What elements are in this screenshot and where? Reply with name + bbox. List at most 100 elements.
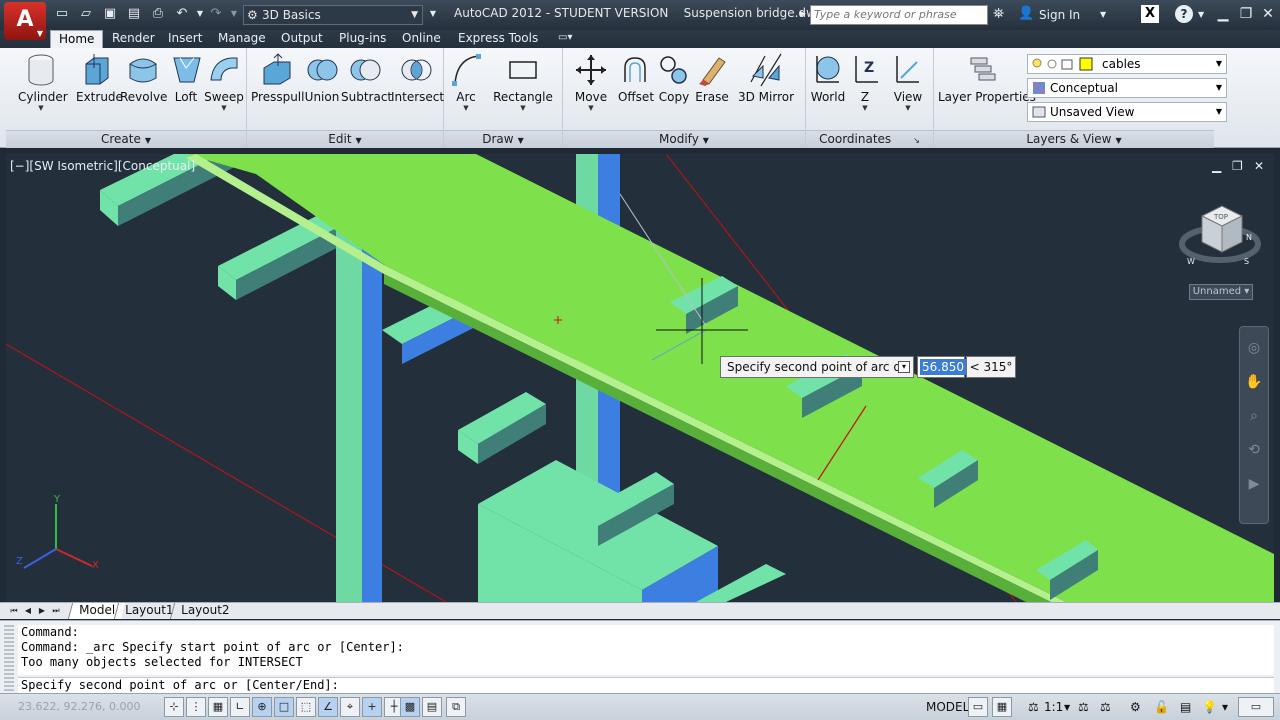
open-folder-icon[interactable]: ▱ [78, 6, 94, 22]
ribbon-minimize-icon[interactable]: ▭▾ [558, 32, 582, 46]
drawing-viewport[interactable]: Y X Z TOP N W S [−][SW Isometric][Concep… [6, 154, 1274, 602]
chevron-down-icon[interactable]: ▼ [1100, 10, 1106, 19]
tab-plug-ins[interactable]: Plug-ins [331, 30, 394, 48]
coordinate-readout[interactable]: 23.622, 92.276, 0.000 [18, 700, 140, 713]
minimize-icon[interactable]: ▁ [1212, 4, 1234, 24]
transparency-icon[interactable]: ▩ [400, 697, 420, 717]
layer-properties-button[interactable]: Layer Properties [938, 52, 1036, 104]
dynamic-input-distance-field[interactable]: 56.850 [917, 356, 966, 378]
rectangle-button[interactable]: Rectangle ▼ [492, 52, 554, 112]
sign-in-link[interactable]: Sign In [1039, 8, 1080, 22]
dialog-launcher-icon[interactable]: ↘ [913, 136, 920, 145]
move-button[interactable]: Move ▼ [571, 52, 611, 112]
help-icon[interactable]: ? [1175, 5, 1193, 23]
dynamic-input-menu-icon[interactable]: ▾ [898, 361, 910, 373]
tab-layout2[interactable]: Layout2 [169, 603, 240, 619]
exchange-icon[interactable]: X [1141, 5, 1159, 23]
redo-icon[interactable]: ↷ [208, 6, 224, 22]
steering-wheel-icon[interactable]: ◎ [1243, 337, 1265, 359]
visual-style-select[interactable]: Conceptual ▼ [1027, 78, 1227, 98]
offset-button[interactable]: Offset [617, 52, 655, 104]
undo-icon[interactable]: ↶ [174, 6, 190, 22]
info-center-arrow-icon[interactable]: ▶ [795, 6, 811, 22]
3d-object-snap-icon[interactable]: ⬚ [296, 697, 316, 717]
grid-display-icon[interactable]: ▦ [208, 697, 228, 717]
object-snap-icon[interactable]: □ [274, 697, 294, 717]
next-layout-icon[interactable]: ▶ [36, 605, 48, 617]
orbit-icon[interactable]: ⟲ [1243, 439, 1265, 461]
model-space-toggle[interactable]: MODEL [926, 700, 969, 714]
layers-view-panel-title[interactable]: Layers & View ▼ [934, 130, 1214, 148]
viewport-minimize-icon[interactable]: ▁ [1212, 159, 1221, 173]
dynamic-input-angle-field[interactable]: < 315° [966, 356, 1016, 378]
command-window-grip[interactable] [4, 625, 14, 691]
workspace-select[interactable]: ⚙ 3D Basics ▼ [243, 5, 423, 25]
tab-online[interactable]: Online [394, 30, 449, 48]
tab-manage[interactable]: Manage [210, 30, 274, 48]
workspace-switching-icon[interactable]: ⚙ [1130, 700, 1141, 714]
layer-select[interactable]: cables ▼ [1027, 54, 1227, 74]
cylinder-button[interactable]: Cylinder ▼ [18, 52, 68, 112]
save-as-icon[interactable]: ▤ [126, 6, 142, 22]
world-ucs-button[interactable]: World [810, 52, 846, 104]
chevron-down-icon[interactable]: ▼ [1064, 703, 1070, 712]
tab-output[interactable]: Output [273, 30, 331, 48]
snap-mode-icon[interactable]: ⋮ [186, 697, 206, 717]
object-snap-tracking-icon[interactable]: ∠ [318, 697, 338, 717]
modify-panel-title[interactable]: Modify ▼ [563, 130, 805, 148]
toolbar-lock-icon[interactable]: 🔓 [1154, 700, 1169, 714]
chevron-down-icon[interactable]: ▼ [1198, 10, 1204, 19]
close-icon[interactable]: ✕ [1257, 4, 1279, 24]
selection-cycling-icon[interactable]: ⧉ [446, 697, 466, 717]
save-icon[interactable]: ▣ [102, 6, 118, 22]
create-panel-title[interactable]: Create ▼ [6, 130, 246, 148]
search-input[interactable]: Type a keyword or phrase [810, 5, 988, 25]
quick-view-drawings-icon[interactable]: ▦ [992, 697, 1012, 717]
z-axis-ucs-button[interactable]: Z Z ▼ [850, 52, 880, 112]
command-input[interactable]: Specify second point of arc or [Center/E… [18, 677, 1274, 693]
viewport-restore-icon[interactable]: ❐ [1232, 159, 1243, 173]
quick-access-menu-icon[interactable]: ▼ [425, 6, 441, 22]
application-menu-button[interactable]: A ▼ [4, 2, 46, 40]
binoculars-icon[interactable]: ⛯ [993, 6, 1004, 22]
edit-panel-title[interactable]: Edit ▼ [247, 130, 443, 148]
tab-render[interactable]: Render [104, 30, 163, 48]
intersect-button[interactable]: Intersect [391, 52, 444, 104]
auto-scale-icon[interactable]: ⚖ [1100, 700, 1111, 714]
sweep-button[interactable]: Sweep ▼ [204, 52, 244, 112]
ucs-menu[interactable]: Unnamed ▾ [1189, 284, 1253, 300]
draw-panel-title[interactable]: Draw ▼ [444, 130, 562, 148]
subtract-button[interactable]: Subtract [341, 52, 392, 104]
dynamic-ucs-icon[interactable]: ⌖ [340, 697, 360, 717]
copy-button[interactable]: Copy [657, 52, 691, 104]
infer-constraints-icon[interactable]: ⊹ [164, 697, 184, 717]
quick-properties-icon[interactable]: ▤ [422, 697, 442, 717]
annotation-visibility-icon[interactable]: ⚖ [1078, 700, 1089, 714]
polar-tracking-icon[interactable]: ⊕ [252, 697, 272, 717]
loft-button[interactable]: Loft [170, 52, 202, 104]
erase-button[interactable]: Erase [693, 52, 731, 104]
3d-mirror-button[interactable]: 3D Mirror [737, 52, 795, 104]
restore-icon[interactable]: ❐ [1235, 4, 1257, 24]
union-button[interactable]: Union [303, 52, 341, 104]
redo-dropdown-icon[interactable]: ▼ [226, 6, 242, 22]
named-view-select[interactable]: Unsaved View ▼ [1027, 102, 1227, 122]
extrude-button[interactable]: Extrude [76, 52, 123, 104]
first-layout-icon[interactable]: ⏮ [8, 605, 20, 617]
clean-screen-icon[interactable]: ▭ [1238, 697, 1274, 717]
isolate-objects-icon[interactable]: 💡 [1202, 700, 1217, 714]
tab-home[interactable]: Home [50, 30, 104, 48]
revolve-button[interactable]: Revolve [120, 52, 167, 104]
pan-icon[interactable]: ✋ [1243, 371, 1265, 393]
ortho-mode-icon[interactable]: ∟ [230, 697, 250, 717]
print-icon[interactable]: ⎙ [150, 6, 166, 22]
showmotion-icon[interactable]: ▶ [1243, 473, 1265, 495]
coordinates-panel-title[interactable]: Coordinates ↘ [806, 130, 933, 148]
presspull-button[interactable]: Presspull [251, 52, 304, 104]
previous-layout-icon[interactable]: ◀ [22, 605, 34, 617]
hardware-acceleration-icon[interactable]: ▤ [1180, 700, 1191, 714]
status-bar-menu-icon[interactable]: ▾ [1222, 700, 1228, 714]
arc-button[interactable]: Arc ▼ [448, 52, 484, 112]
zoom-icon[interactable]: ⌕ [1243, 405, 1265, 427]
undo-dropdown-icon[interactable]: ▼ [192, 6, 208, 22]
